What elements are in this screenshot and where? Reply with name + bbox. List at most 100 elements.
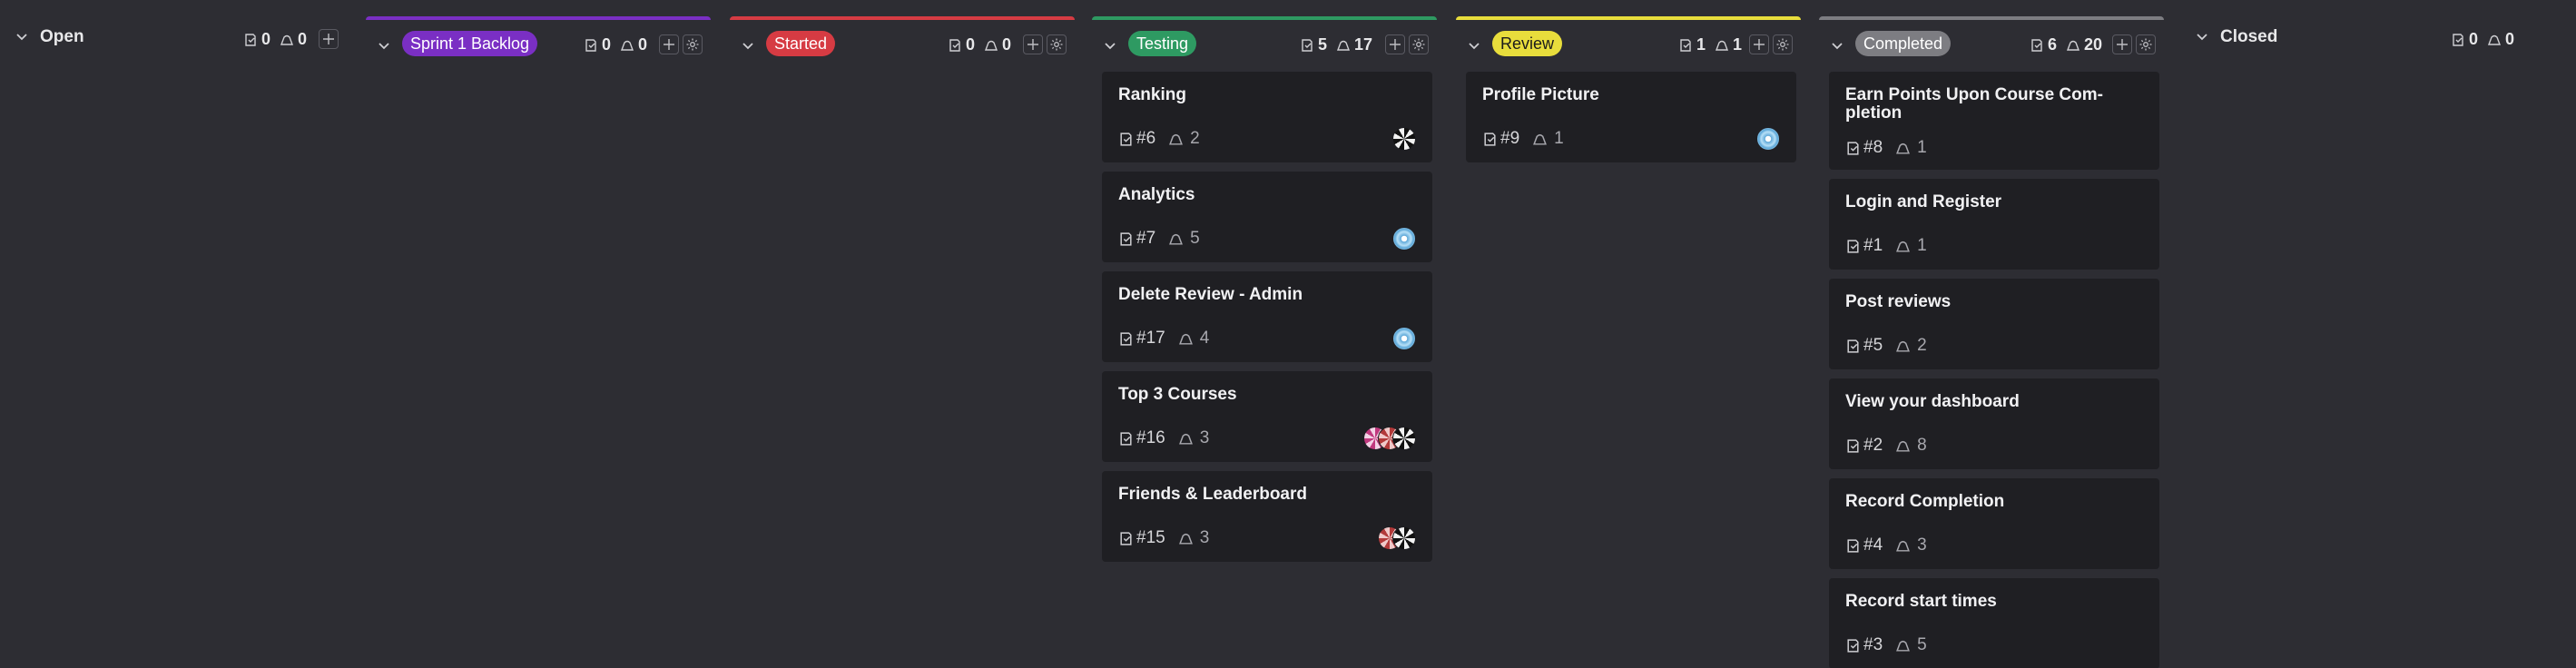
task-title: Record start times: [1845, 592, 1997, 611]
task-icon: [1678, 38, 1693, 53]
task-meta: #1 1: [1845, 236, 1927, 256]
task-title: Analytics: [1118, 185, 1195, 204]
gear-icon: [2139, 38, 2152, 51]
chevron-down-icon[interactable]: [1467, 38, 1481, 53]
column-settings-button[interactable]: [1047, 34, 1067, 54]
gear-icon: [1050, 38, 1063, 51]
task-meta: #2 8: [1845, 436, 1927, 456]
points-count: 0: [638, 35, 648, 54]
task-meta: #7 5: [1118, 229, 1200, 249]
chevron-down-icon[interactable]: [1830, 38, 1844, 53]
column-testing: Testing 5 17 Ranking #6 2 Analytics #7 5 Delet…: [1092, 16, 1437, 668]
column-started: Started 0 0: [730, 16, 1075, 668]
column-completed: Completed 6 20 Earn Points Upon Course C…: [1819, 16, 2164, 668]
column-review: Review 1 1 Profile Picture #9 1: [1456, 16, 1801, 668]
chevron-down-icon[interactable]: [2195, 29, 2209, 44]
task-id: #3: [1863, 635, 1883, 654]
points-icon: [1168, 231, 1184, 247]
column-counts: 0 0: [243, 30, 316, 49]
points-count: 0: [1002, 35, 1012, 54]
task-points: 8: [1917, 436, 1927, 455]
column-settings-button[interactable]: [1773, 34, 1793, 54]
task-id: #5: [1863, 336, 1883, 355]
column-counts: 0 0: [948, 35, 1020, 54]
task-card[interactable]: View your dashboard #2 8: [1829, 378, 2159, 469]
gear-icon: [1776, 38, 1789, 51]
points-icon: [280, 33, 294, 47]
points-icon: [1178, 431, 1194, 447]
points-icon: [1895, 141, 1911, 156]
column-header: Closed 0 0: [2182, 16, 2527, 71]
task-icon: [1118, 231, 1134, 247]
task-count: 0: [602, 35, 612, 54]
avatar[interactable]: [1392, 327, 1416, 350]
task-title: Earn Points Upon Course Com-pletion: [1845, 85, 2103, 123]
task-meta: #6 2: [1118, 129, 1200, 149]
column-settings-button[interactable]: [2136, 34, 2156, 54]
task-points: 3: [1917, 535, 1927, 555]
task-card[interactable]: Record start times #3 5: [1829, 578, 2159, 668]
avatar[interactable]: [1392, 427, 1416, 450]
column-header: Started 0 0: [730, 20, 1075, 74]
points-count: 0: [298, 30, 308, 48]
column-settings-button[interactable]: [1409, 34, 1429, 54]
add-task-button[interactable]: [1749, 34, 1769, 54]
chevron-down-icon[interactable]: [377, 38, 391, 53]
task-card[interactable]: Delete Review - Admin #17 4: [1102, 271, 1432, 362]
task-card[interactable]: Analytics #7 5: [1102, 172, 1432, 262]
chevron-down-icon[interactable]: [15, 29, 29, 44]
points-icon: [984, 38, 998, 53]
points-icon: [1532, 132, 1548, 147]
add-task-button[interactable]: [2112, 34, 2132, 54]
task-icon: [948, 38, 962, 53]
add-task-button[interactable]: [1023, 34, 1043, 54]
points-count: 1: [1733, 35, 1743, 54]
task-card[interactable]: Friends & Leaderboard #15 3: [1102, 471, 1432, 562]
task-icon: [243, 33, 258, 47]
task-card[interactable]: Top 3 Courses #16 3: [1102, 371, 1432, 462]
task-icon: [1118, 531, 1134, 546]
task-id: #17: [1136, 329, 1165, 348]
task-title: Record Completion: [1845, 492, 2005, 511]
points-icon: [1895, 438, 1911, 454]
avatar[interactable]: [1392, 127, 1416, 151]
task-id: #4: [1863, 535, 1883, 555]
add-task-button[interactable]: [659, 34, 679, 54]
avatar[interactable]: [1392, 227, 1416, 250]
task-card[interactable]: Ranking #6 2: [1102, 72, 1432, 162]
task-icon: [2451, 33, 2465, 47]
task-count: 6: [2048, 35, 2058, 54]
task-card[interactable]: Login and Register #1 1: [1829, 179, 2159, 270]
add-task-button[interactable]: [1385, 34, 1405, 54]
task-icon: [2030, 38, 2044, 53]
column-settings-button[interactable]: [683, 34, 703, 54]
column-counts: 0 0: [584, 35, 656, 54]
column-counts: 5 17: [1300, 35, 1381, 54]
task-id: #15: [1136, 528, 1165, 547]
avatar[interactable]: [1756, 127, 1780, 151]
task-meta: #5 2: [1845, 336, 1927, 356]
add-task-button[interactable]: [319, 29, 339, 49]
task-points: 1: [1554, 129, 1564, 148]
task-title: Top 3 Courses: [1118, 385, 1237, 404]
assignee-avatars: [1392, 227, 1416, 250]
task-points: 1: [1917, 138, 1927, 157]
avatar[interactable]: [1392, 526, 1416, 550]
column-title-pill: Started: [766, 31, 836, 56]
task-card[interactable]: Post reviews #5 2: [1829, 279, 2159, 369]
task-points: 3: [1199, 528, 1210, 547]
points-count: 0: [2505, 30, 2515, 48]
points-icon: [1715, 38, 1729, 53]
column-counts: 0 0: [2451, 30, 2523, 49]
task-card[interactable]: Profile Picture #9 1: [1466, 72, 1796, 162]
task-card[interactable]: Record Completion #4 3: [1829, 478, 2159, 569]
task-id: #8: [1863, 138, 1883, 157]
task-meta: #3 5: [1845, 635, 1927, 655]
chevron-down-icon[interactable]: [1103, 38, 1117, 53]
chevron-down-icon[interactable]: [741, 38, 755, 53]
gear-icon: [1412, 38, 1425, 51]
task-card[interactable]: Earn Points Upon Course Com-pletion #8 1: [1829, 72, 2159, 170]
task-title: Ranking: [1118, 85, 1186, 104]
kanban-board: Open 0 0 Sprint 1 Backlog 0 0 Started 0 …: [0, 0, 2576, 668]
task-meta: #15 3: [1118, 528, 1209, 548]
